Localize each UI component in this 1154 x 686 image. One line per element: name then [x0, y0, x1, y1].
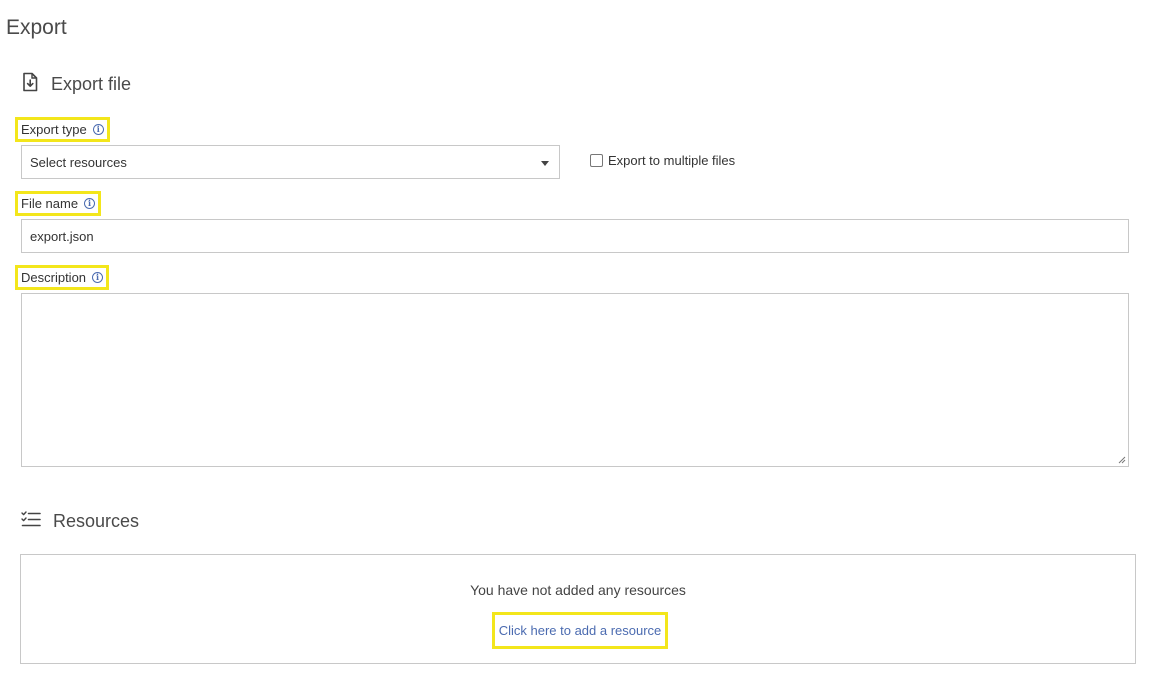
export-type-selected-value: Select resources	[30, 154, 127, 170]
export-file-title: Export file	[51, 74, 132, 94]
resources-title: Resources	[53, 511, 140, 531]
info-icon[interactable]: i	[92, 124, 104, 135]
description-textarea[interactable]	[21, 293, 1129, 467]
export-multiple-files-checkbox[interactable]	[590, 154, 603, 167]
page-title: Export	[6, 16, 67, 39]
resources-section-header: Resources	[21, 510, 139, 533]
export-type-label: Export type i	[15, 117, 110, 142]
file-name-label: File name i	[14, 191, 102, 216]
resources-panel: You have not added any resources Click h…	[20, 554, 1136, 664]
add-resource-link[interactable]: Click here to add a resource	[492, 612, 668, 649]
resources-empty-message: You have not added any resources	[470, 582, 686, 598]
info-icon[interactable]: i	[84, 198, 96, 209]
file-download-icon	[21, 72, 39, 97]
info-icon[interactable]: i	[92, 272, 104, 283]
caret-down-icon	[541, 161, 549, 166]
resize-handle-icon[interactable]	[1118, 456, 1126, 464]
file-name-input[interactable]	[21, 219, 1129, 253]
export-type-select[interactable]: Select resources	[21, 145, 560, 179]
export-file-section-header: Export file	[21, 72, 131, 97]
checklist-icon	[21, 510, 41, 533]
export-multiple-files-option[interactable]: Export to multiple files	[590, 153, 735, 168]
description-label: Description i	[14, 265, 110, 290]
export-multiple-files-label: Export to multiple files	[608, 153, 736, 168]
